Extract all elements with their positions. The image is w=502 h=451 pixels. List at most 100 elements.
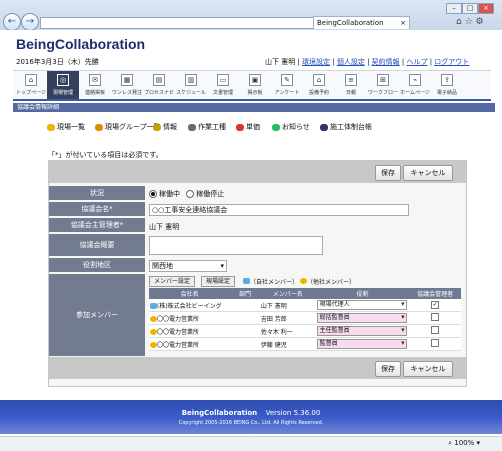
link-contract-info[interactable]: 契約情報: [372, 58, 400, 66]
toolbar-item-docs[interactable]: ▭ 文書管理: [207, 71, 239, 99]
subnav-unit-price[interactable]: 単価: [236, 122, 260, 132]
toolbar-item-web[interactable]: ⌁ ホームページ: [399, 71, 431, 99]
subnav-work-type[interactable]: 作業工種: [188, 122, 226, 132]
table-row: 〇〇電力営業所 吉田 芳郎 総括監督員: [149, 311, 461, 325]
delivery-icon: ⇪: [441, 74, 453, 86]
status-stopped-radio[interactable]: [186, 190, 195, 198]
col-company: 会社名: [149, 288, 231, 299]
survey-icon: ✎: [281, 74, 293, 86]
report-icon: ≡: [345, 74, 357, 86]
site-list-icon: [47, 123, 55, 131]
toolbar-item-workflow[interactable]: ⊞ ワークフロー: [367, 71, 399, 99]
toolbar-item-report[interactable]: ≡ 日報: [335, 71, 367, 99]
link-logout[interactable]: ログアウト: [434, 58, 469, 66]
role-select[interactable]: 総括監督員: [316, 313, 407, 323]
toolbar-item-top[interactable]: ⌂ トップページ: [15, 71, 47, 99]
browser-status-bar: ⌕ 100% ▾: [0, 436, 502, 451]
save-button-top[interactable]: 保存: [375, 165, 401, 181]
order-icon: ▦: [121, 74, 133, 86]
members-header-row: 会社名 部門 メンバー名 役割 協議会管理者: [149, 288, 461, 299]
form-bottom-actions: 保存 キャンセル: [49, 357, 466, 379]
work-type-icon: [188, 123, 196, 131]
sub-navigation: 現場一覧 現場グループ一覧 情報 作業工種 単価 お知らせ 施工体制台帳: [13, 118, 491, 134]
calendar-icon: ▥: [185, 74, 197, 86]
admin-checkbox[interactable]: [431, 339, 440, 347]
summary-label: 協議会概要: [49, 234, 145, 257]
region-label: 役割地区: [49, 258, 145, 273]
maximize-icon[interactable]: □: [462, 3, 478, 14]
manager-value: 山下 憲明: [149, 223, 180, 231]
toolbar-item-delivery[interactable]: ⇪ 電子納品: [431, 71, 463, 99]
current-date: 2016年3月3日（木）先勝: [16, 58, 99, 66]
link-env-settings[interactable]: 環境設定: [302, 58, 330, 66]
status-active-radio[interactable]: [149, 190, 157, 198]
members-table: 会社名 部門 メンバー名 役割 協議会管理者 (株)株式会社ビーイング 山下 憲…: [149, 288, 461, 351]
close-tab-icon[interactable]: ×: [400, 17, 406, 29]
form-top-actions: 保存 キャンセル: [49, 161, 466, 183]
table-row: (株)株式会社ビーイング 山下 憲明 現場代理人 ✓: [149, 299, 461, 312]
toolbar-item-order[interactable]: ▦ ワンレス発注: [111, 71, 143, 99]
subnav-info[interactable]: 情報: [153, 122, 177, 132]
toolbar-item-process[interactable]: ▤ プロセスナビ: [143, 71, 175, 99]
role-select[interactable]: 監督員: [316, 339, 407, 349]
home-icon[interactable]: ⌂ ☆ ⚙: [456, 17, 484, 27]
members-label: 参加メンバー: [49, 274, 145, 357]
user-name: 山下 憲明: [265, 58, 296, 66]
own-member-icon: [150, 303, 157, 309]
required-note: 「*」が付いている項目は必須です。: [48, 151, 163, 159]
table-row: 〇〇電力営業所 佐々木 利一 主任監督員: [149, 324, 461, 338]
link-personal-settings[interactable]: 個人設定: [337, 58, 365, 66]
toolbar-item-board[interactable]: ✉ 連絡掲板: [79, 71, 111, 99]
workflow-icon: ⊞: [377, 74, 389, 86]
toolbar-item-notice[interactable]: ▣ 掲示板: [239, 71, 271, 99]
col-dept: 部門: [230, 288, 260, 299]
save-button-bottom[interactable]: 保存: [375, 361, 401, 377]
member-legend: （自社メンバー） （他社メンバー）: [243, 277, 355, 286]
ledger-icon: [320, 123, 328, 131]
toolbar-item-schedule[interactable]: ▥ スケジュール: [175, 71, 207, 99]
minimize-icon[interactable]: –: [446, 3, 462, 14]
cancel-button-bottom[interactable]: キャンセル: [403, 361, 453, 377]
cancel-button-top[interactable]: キャンセル: [403, 165, 453, 181]
admin-checkbox[interactable]: [431, 326, 440, 334]
table-row: 〇〇電力営業所 伊藤 健児 監督員: [149, 337, 461, 351]
reserve-icon: ⌂: [313, 74, 325, 86]
price-icon: [236, 123, 244, 131]
browser-bar: ← → ⌕ BeingCollaboration × – □ × ⌂ ☆ ⚙: [0, 0, 502, 31]
subnav-site-group-list[interactable]: 現場グループ一覧: [95, 122, 161, 132]
admin-checkbox[interactable]: [431, 313, 440, 321]
chevron-down-icon: ▾: [220, 262, 224, 270]
council-name-field[interactable]: ○○工事安全連絡協議会: [149, 204, 409, 216]
site-setting-tab[interactable]: 現場設定: [201, 276, 236, 287]
role-select[interactable]: 現場代理人: [316, 300, 407, 310]
zoom-level[interactable]: ⌕ 100% ▾: [448, 439, 480, 448]
region-select[interactable]: 関西地 ▾: [149, 260, 227, 272]
subnav-site-list[interactable]: 現場一覧: [47, 122, 85, 132]
subnav-ledger[interactable]: 施工体制台帳: [320, 122, 372, 132]
app-footer: BeingCollaboration Version 5.36.00 Copyr…: [0, 400, 502, 434]
link-help[interactable]: ヘルプ: [406, 58, 427, 66]
main-toolbar: ⌂ トップページ ◎ 現場管理 ✉ 連絡掲板 ▦ ワンレス発注 ▤ プロセスナビ ▥ スケジ…: [13, 70, 491, 101]
toolbar-item-survey[interactable]: ✎ アンケート: [271, 71, 303, 99]
other-member-icon: [150, 316, 157, 322]
info-icon: [153, 123, 161, 131]
role-select[interactable]: 主任監督員: [316, 326, 407, 336]
toolbar-item-site[interactable]: ◎ 現場管理: [47, 71, 79, 99]
admin-checkbox[interactable]: ✓: [431, 301, 440, 309]
forward-icon[interactable]: →: [21, 13, 39, 31]
back-icon[interactable]: ←: [3, 13, 21, 31]
board-icon: ✉: [89, 74, 101, 86]
summary-textarea[interactable]: [149, 236, 323, 255]
council-name-label: 協議会名*: [49, 202, 145, 217]
subnav-announcements[interactable]: お知らせ: [272, 122, 310, 132]
footer-product: BeingCollaboration: [181, 409, 258, 417]
close-window-icon[interactable]: ×: [478, 3, 494, 14]
browser-tab[interactable]: BeingCollaboration ×: [313, 16, 410, 29]
brand-title: BeingCollaboration: [16, 36, 146, 52]
address-bar[interactable]: ⌕: [40, 17, 337, 29]
other-member-icon: [150, 342, 157, 348]
other-member-icon: [299, 278, 307, 284]
footer-copyright: Copyright 2005-2016 BEING Co., Ltd. All …: [178, 420, 324, 426]
toolbar-item-reserve[interactable]: ⌂ 設備予約: [303, 71, 335, 99]
member-setting-tab[interactable]: メンバー設定: [149, 276, 196, 287]
